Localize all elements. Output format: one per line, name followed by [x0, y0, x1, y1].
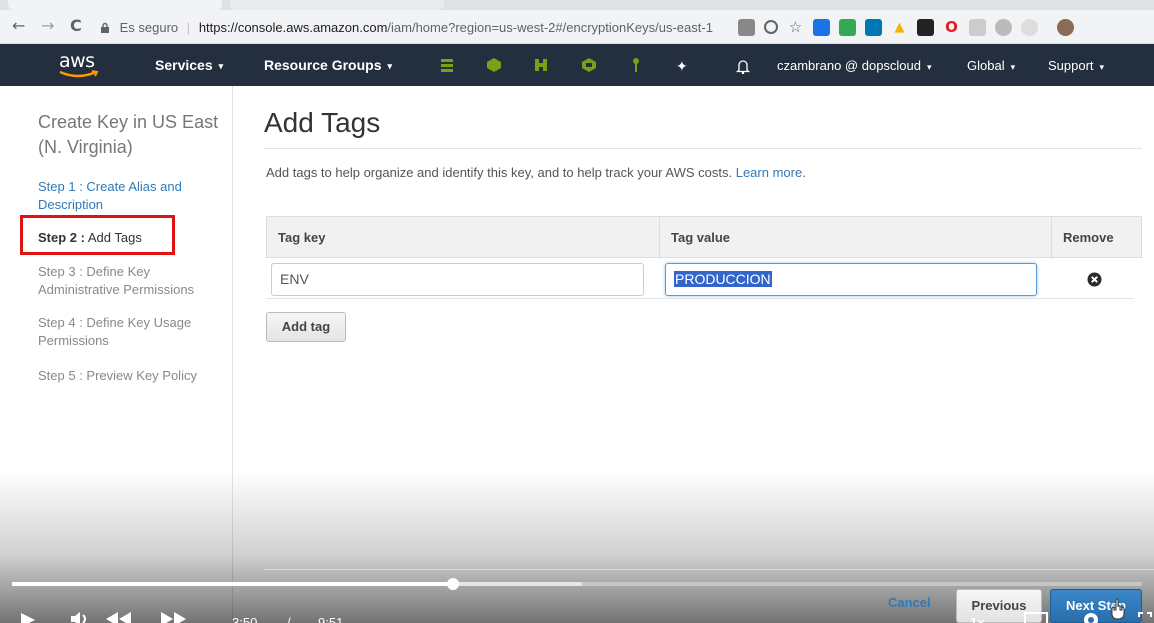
captions-icon[interactable]	[1024, 612, 1048, 623]
amazon-icon[interactable]	[917, 18, 934, 36]
tab-strip	[0, 0, 1154, 10]
extension-mail-icon[interactable]	[839, 18, 856, 36]
back-button[interactable]: ←	[12, 18, 25, 34]
services-menu[interactable]: Services ▾	[155, 57, 223, 73]
bell-icon[interactable]	[735, 58, 751, 74]
intro-text: Add tags to help organize and identify t…	[266, 165, 806, 180]
extension-circle-icon[interactable]	[1021, 18, 1038, 36]
support-menu[interactable]: Support ▾	[1048, 58, 1104, 73]
video-current-time: 3:50	[232, 615, 258, 623]
column-divider	[659, 217, 660, 259]
region-menu[interactable]: Global ▾	[967, 58, 1015, 73]
video-duration: 9:51	[318, 615, 344, 623]
tag-key-input[interactable]: ENV	[271, 263, 644, 296]
rewind-icon[interactable]	[106, 612, 132, 623]
row-divider	[266, 298, 1134, 299]
key-icon[interactable]	[628, 57, 644, 73]
selected-text: PRODUCCION	[674, 271, 772, 287]
translate-icon[interactable]	[738, 18, 755, 36]
browser-toolbar: ← → C Es seguro | https://console.aws.am…	[0, 0, 1154, 44]
header-tag-key: Tag key	[278, 230, 326, 245]
opera-icon[interactable]: O	[943, 18, 960, 36]
lock-icon	[101, 22, 109, 33]
extension-icons: ☆ ▲ O	[738, 17, 1074, 37]
aws-smile-icon	[59, 70, 99, 78]
step-4: Step 4 : Define Key Usage Permissions	[38, 315, 192, 348]
footer-divider	[264, 569, 1154, 570]
service-shortcut-icon[interactable]	[533, 57, 549, 73]
profile-avatar[interactable]	[1057, 18, 1074, 36]
reload-button[interactable]: C	[70, 18, 82, 34]
extension-e-icon[interactable]	[813, 18, 830, 36]
video-progress-fill	[12, 582, 453, 586]
hand-cursor-icon	[1111, 598, 1125, 620]
settings-gear-icon[interactable]	[1080, 609, 1102, 623]
extension-gray-icon[interactable]	[969, 18, 986, 36]
page-title: Add Tags	[264, 107, 381, 138]
browser-tab[interactable]	[230, 0, 444, 10]
time-separator: /	[287, 615, 291, 623]
zoom-icon[interactable]	[764, 20, 778, 34]
remove-tag-icon[interactable]	[1087, 272, 1102, 287]
resource-groups-menu[interactable]: Resource Groups ▾	[264, 57, 392, 73]
bookmark-star-icon[interactable]: ☆	[787, 18, 804, 36]
pin-icon[interactable]: ✦	[676, 58, 688, 75]
drive-icon[interactable]: ▲	[891, 19, 908, 36]
video-scrubber-handle[interactable]	[447, 578, 459, 590]
volume-icon[interactable]	[70, 612, 92, 623]
extension-cloud-icon[interactable]	[995, 18, 1012, 36]
play-icon[interactable]	[20, 613, 36, 623]
playback-speed[interactable]: 1x	[970, 615, 984, 623]
add-tag-button[interactable]: Add tag	[266, 312, 346, 342]
cancel-button[interactable]: Cancel	[888, 595, 931, 610]
wizard-title: Create Key in US East (N. Virginia)	[38, 112, 219, 157]
address-bar[interactable]: Es seguro | https://console.aws.amazon.c…	[100, 16, 720, 40]
title-divider	[264, 148, 1142, 149]
service-shortcut-icon[interactable]	[439, 57, 455, 73]
forward-button[interactable]: →	[41, 18, 54, 34]
learn-more-link[interactable]: Learn more	[736, 165, 802, 180]
step-5: Step 5 : Preview Key Policy	[38, 368, 197, 383]
fast-forward-icon[interactable]	[161, 612, 187, 623]
column-divider	[1051, 217, 1052, 259]
url-text: https://console.aws.amazon.com/iam/home?…	[198, 20, 713, 35]
header-remove: Remove	[1063, 230, 1114, 245]
browser-tab-active[interactable]	[8, 0, 222, 10]
step-3: Step 3 : Define Key Administrative Permi…	[38, 264, 195, 297]
linkedin-icon[interactable]	[865, 18, 882, 36]
secure-label: Es seguro	[119, 20, 179, 35]
account-menu[interactable]: czambrano @ dopscloud ▾	[777, 58, 932, 73]
fullscreen-icon[interactable]	[1138, 612, 1152, 623]
highlight-box	[20, 215, 175, 255]
header-tag-value: Tag value	[671, 230, 731, 245]
service-shortcut-icon[interactable]	[581, 57, 597, 73]
tag-value-input[interactable]: PRODUCCION	[665, 263, 1037, 296]
aws-logo[interactable]: aws	[58, 50, 102, 80]
aws-navbar: aws Services ▾ Resource Groups ▾ ✦ czambra…	[0, 44, 1154, 86]
step-1-link[interactable]: Step 1 : Create Alias and Description	[38, 178, 223, 214]
service-shortcut-icon[interactable]	[486, 57, 502, 73]
tags-table-header: Tag key Tag value Remove	[266, 216, 1142, 259]
